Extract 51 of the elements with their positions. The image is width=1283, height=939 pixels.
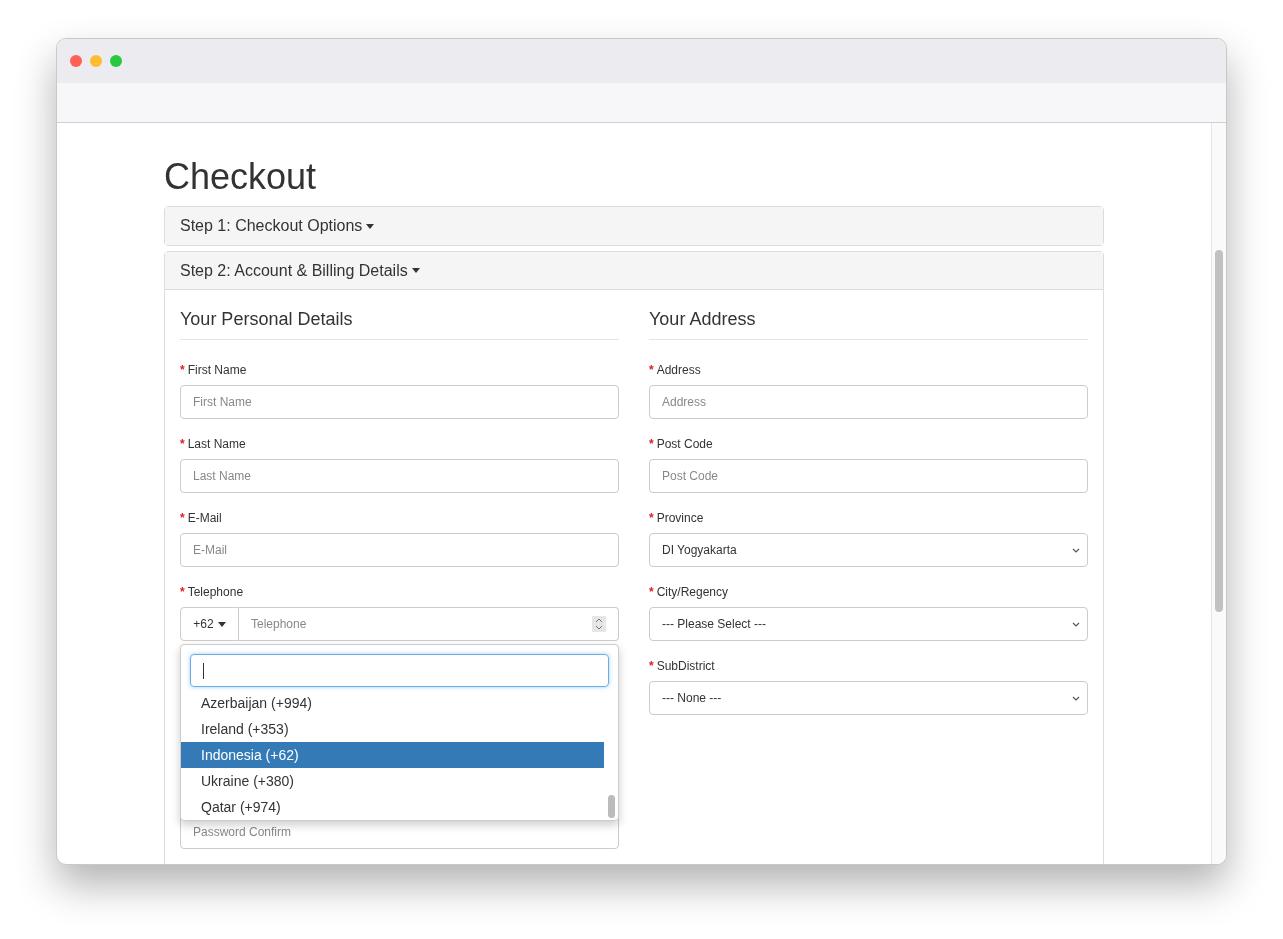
required-mark: * [180, 362, 185, 379]
country-option[interactable]: Ukraine (+380) [181, 768, 604, 794]
text-field[interactable]: Address [649, 385, 1088, 419]
caret-icon [366, 223, 375, 229]
close-button[interactable] [70, 55, 82, 67]
section-heading: Your Address [649, 305, 1088, 340]
list-scrollbar-thumb[interactable] [608, 795, 615, 818]
scrollbar[interactable] [1211, 123, 1226, 864]
chevron-icon [1072, 547, 1080, 553]
text-field[interactable]: E-Mail [180, 533, 619, 567]
select-field[interactable]: --- None --- [649, 681, 1088, 715]
country-option[interactable]: Indonesia (+62) [181, 742, 604, 768]
required-mark: * [649, 658, 654, 675]
field-label: E-Mail [187, 510, 222, 527]
required-mark: * [180, 436, 185, 453]
required-mark: * [180, 584, 185, 601]
zoom-button[interactable] [110, 55, 122, 67]
search-field[interactable] [190, 654, 609, 687]
text-field[interactable]: Last Name [180, 459, 619, 493]
field-label: First Name [187, 362, 247, 379]
country-option[interactable]: Ireland (+353) [181, 716, 604, 742]
field-label: Province [656, 510, 704, 527]
scrollbar-thumb[interactable] [1215, 250, 1223, 612]
country-code-button[interactable]: +62 [180, 607, 239, 641]
required-mark: * [180, 510, 185, 527]
required-mark: * [649, 362, 654, 379]
page-title: Checkout [164, 157, 318, 197]
field-label: Address [656, 362, 701, 379]
caret-icon [411, 268, 420, 273]
step-header[interactable]: Step 2: Account & Billing Details [165, 252, 1103, 290]
spinner-icon[interactable] [592, 616, 606, 632]
text-field[interactable]: First Name [180, 385, 619, 419]
required-mark: * [649, 510, 654, 527]
required-mark: * [649, 436, 654, 453]
field-label: Last Name [187, 436, 246, 453]
field-label: City/Regency [656, 584, 729, 601]
required-mark: * [649, 584, 654, 601]
field-label: Telephone [187, 584, 244, 601]
caret-icon [217, 621, 226, 627]
country-option[interactable]: Azerbaijan (+994) [181, 690, 604, 716]
select-field[interactable]: DI Yogyakarta [649, 533, 1088, 567]
field-label: Post Code [656, 436, 713, 453]
minimize-button[interactable] [90, 55, 102, 67]
telephone-field[interactable]: Telephone [239, 607, 619, 641]
section-heading: Your Personal Details [180, 305, 619, 340]
chevron-icon [1072, 621, 1080, 627]
field-label: SubDistrict [656, 658, 715, 675]
text-field[interactable]: Post Code [649, 459, 1088, 493]
select-field[interactable]: --- Please Select --- [649, 607, 1088, 641]
step-header[interactable]: Step 1: Checkout Options [165, 207, 1103, 245]
chevron-icon [1072, 695, 1080, 701]
